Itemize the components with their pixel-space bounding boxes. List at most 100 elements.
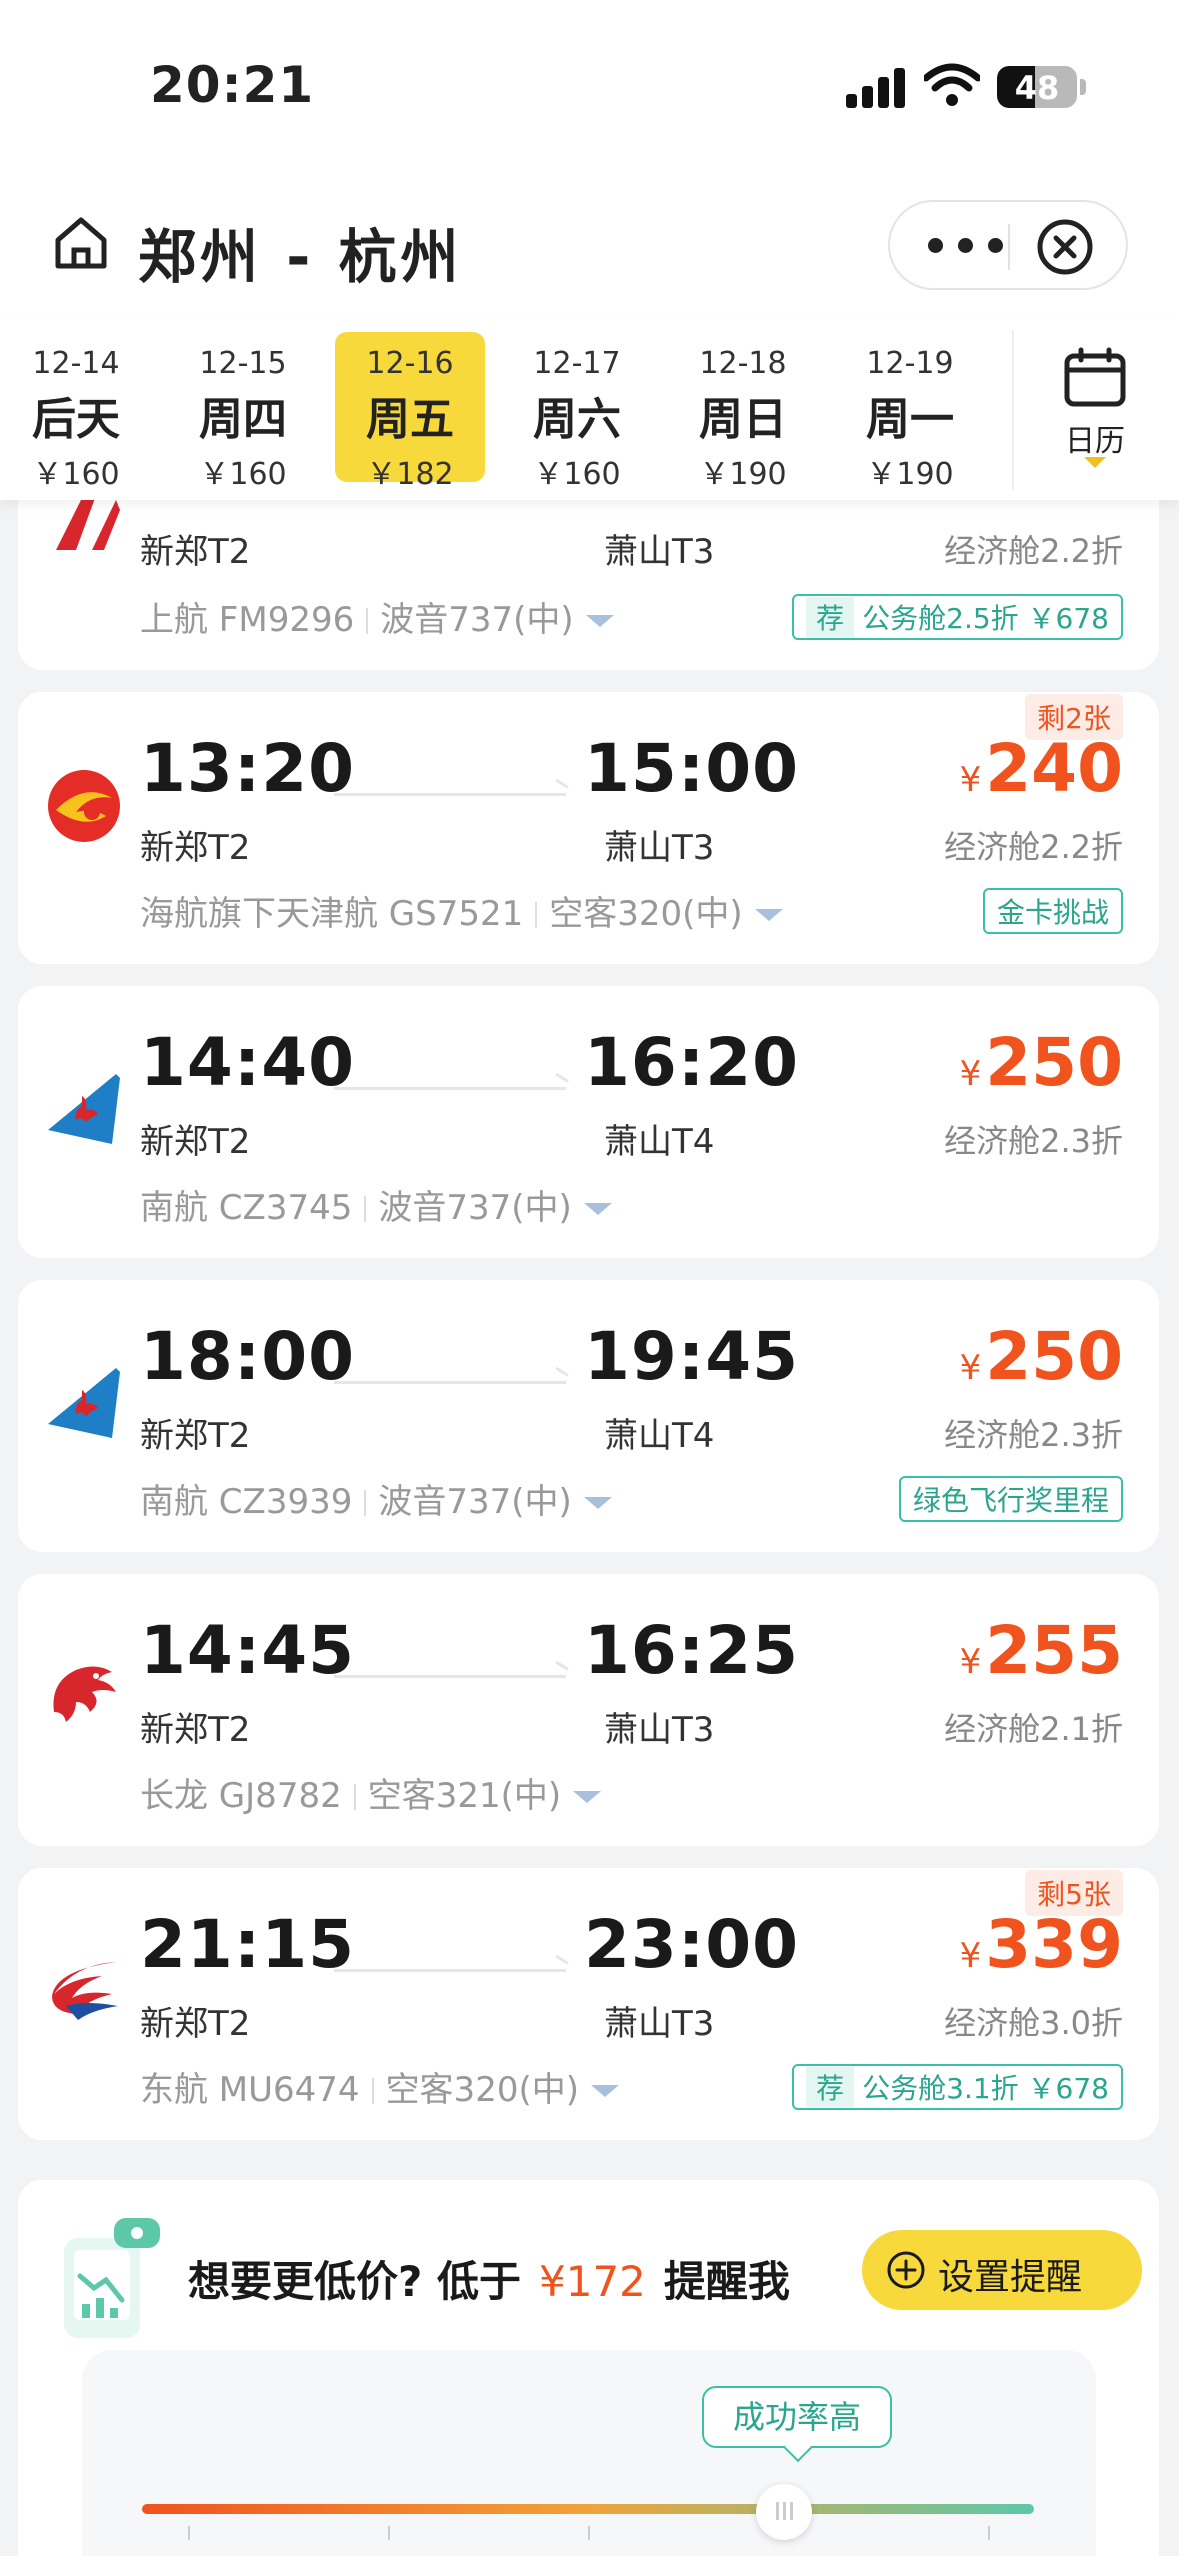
arrival-airport: 萧山T4 xyxy=(604,1416,715,1456)
recommend-badge: 荐 xyxy=(806,597,855,637)
price-alert-question: 想要更低价? 低于 ¥172 提醒我 xyxy=(188,2248,790,2309)
battery-level: 48 xyxy=(1014,69,1060,107)
date-tab-price: ￥160 xyxy=(199,457,287,492)
flight-card[interactable]: 14:40 16:20 新郑T2 萧山T4 ¥250 经济舱2.3折 南航 CZ… xyxy=(18,986,1159,1258)
currency-symbol: ¥ xyxy=(959,1348,982,1388)
more-icon[interactable] xyxy=(928,238,1008,254)
arrival-time: 16:25 xyxy=(584,1612,800,1689)
price: ¥250 xyxy=(960,1024,1123,1101)
aircraft-type: 波音737(中) xyxy=(378,1188,572,1228)
arrival-time: 15:00 xyxy=(584,730,800,807)
chevron-down-icon[interactable] xyxy=(583,1497,612,1509)
price-value: 255 xyxy=(985,1612,1123,1689)
aircraft-type: 波音737(中) xyxy=(380,600,574,640)
price-trend-illustration xyxy=(64,2218,160,2338)
cabin-class: 经济舱2.3折 xyxy=(944,1122,1123,1160)
battery-icon: 48 xyxy=(997,66,1077,108)
date-tabs: 12-14 后天 ￥160 12-15 周四 ￥160 12-16 周五 ￥18… xyxy=(0,320,1179,500)
departure-airport: 新郑T2 xyxy=(140,828,251,868)
status-time: 20:21 xyxy=(150,56,315,114)
date-tab-price: ￥160 xyxy=(32,457,120,492)
aircraft-type: 空客321(中) xyxy=(367,1776,562,1816)
chevron-down-icon[interactable] xyxy=(585,615,614,627)
date-tab[interactable]: 12-17 周六 ￥160 xyxy=(502,332,652,492)
chevron-down-icon[interactable] xyxy=(591,2085,619,2097)
calendar-icon xyxy=(1064,347,1126,407)
china-southern-logo xyxy=(48,1074,120,1144)
departure-time: 21:15 xyxy=(140,1906,356,1983)
cabin-class: 经济舱3.0折 xyxy=(944,2004,1123,2042)
date-tab-price: ￥190 xyxy=(866,457,954,492)
departure-airport: 新郑T2 xyxy=(140,532,251,572)
aircraft-type: 波音737(中) xyxy=(378,1482,572,1522)
flight-line xyxy=(334,793,566,796)
date-tab-weekday: 后天 xyxy=(32,394,120,445)
flight-line xyxy=(334,1675,566,1678)
price-alert-amount: ¥172 xyxy=(539,2257,646,2306)
date-tab-date: 12-18 xyxy=(699,346,787,381)
currency-symbol: ¥ xyxy=(959,1054,982,1094)
date-tab[interactable]: 12-15 周四 ￥160 xyxy=(168,332,318,492)
price-value: 339 xyxy=(985,1906,1123,1983)
price-alert-text: 想要更低价? 低于 xyxy=(188,2257,521,2306)
promo-tag-text: 公务舱2.5折 ￥678 xyxy=(862,602,1109,635)
departure-time: 13:20 xyxy=(140,730,356,807)
date-tab[interactable]: 12-18 周日 ￥190 xyxy=(668,332,818,492)
date-tab[interactable]: 12-14 后天 ￥160 xyxy=(1,332,151,492)
close-icon[interactable] xyxy=(1036,218,1094,276)
flight-card[interactable]: 18:00 19:45 新郑T2 萧山T4 ¥250 经济舱2.3折 南航 CZ… xyxy=(18,1280,1159,1552)
price: ¥240 xyxy=(960,730,1123,807)
date-tab-selected[interactable]: 12-16 周五 ￥182 xyxy=(335,332,485,492)
date-tab-date: 12-15 xyxy=(199,346,287,381)
price-slider-handle[interactable] xyxy=(756,2484,813,2540)
departure-time: 14:40 xyxy=(140,1024,356,1101)
price-alert-text-end: 提醒我 xyxy=(663,2257,790,2306)
flight-line xyxy=(334,1381,566,1384)
chevron-down-icon[interactable] xyxy=(583,1203,612,1215)
date-tab-date: 12-17 xyxy=(533,346,621,381)
chevron-down-icon[interactable] xyxy=(573,1791,602,1803)
cabin-class: 经济舱2.1折 xyxy=(944,1710,1123,1748)
promo-tag[interactable]: 绿色飞行奖里程 xyxy=(898,1476,1123,1522)
promo-tag[interactable]: 金卡挑战 xyxy=(982,888,1123,934)
price-value: 250 xyxy=(985,1024,1123,1101)
promo-tag-text: 公务舱3.1折 ￥678 xyxy=(862,2072,1109,2105)
home-icon[interactable] xyxy=(50,212,112,274)
promo-tag[interactable]: 荐公务舱2.5折 ￥678 xyxy=(792,594,1123,640)
cabin-class: 经济舱2.3折 xyxy=(944,1416,1123,1454)
flight-card[interactable]: 21:15 23:00 新郑T2 萧山T3 剩5张 ¥339 经济舱3.0折 东… xyxy=(18,1868,1159,2140)
date-tab[interactable]: 12-19 周一 ￥190 xyxy=(835,332,985,492)
mini-program-capsule xyxy=(888,200,1128,290)
price-value: 250 xyxy=(985,1318,1123,1395)
cabin-class: 经济舱2.2折 xyxy=(944,532,1123,570)
set-alert-label: 设置提醒 xyxy=(938,2257,1083,2298)
arrival-airport: 萧山T3 xyxy=(604,828,715,868)
flight-card[interactable]: 13:20 15:00 新郑T2 萧山T3 剩2张 ¥240 经济舱2.2折 海… xyxy=(18,692,1159,964)
arrival-airport: 萧山T4 xyxy=(604,1122,715,1162)
wifi-icon xyxy=(924,63,980,106)
flight-line xyxy=(334,1087,566,1090)
date-tab-weekday: 周六 xyxy=(533,394,621,445)
arrival-time: 23:00 xyxy=(584,1906,800,1983)
price-slider-track[interactable] xyxy=(142,2504,1034,2514)
flight-card[interactable]: 14:45 16:25 新郑T2 萧山T3 ¥255 经济舱2.1折 长龙 GJ… xyxy=(18,1574,1159,1846)
chevron-down-icon[interactable] xyxy=(754,909,783,921)
departure-time: 18:00 xyxy=(140,1318,356,1395)
calendar-button[interactable]: 日历 xyxy=(1030,332,1160,482)
aircraft-type: 空客320(中) xyxy=(549,894,743,934)
date-tab-weekday: 周一 xyxy=(866,394,954,445)
arrival-time: 16:20 xyxy=(584,1024,800,1101)
price-slider-panel: 成功率高 xyxy=(82,2350,1096,2556)
recommend-badge: 荐 xyxy=(806,2067,855,2107)
price: ¥255 xyxy=(960,1612,1123,1689)
promo-tag[interactable]: 荐公务舱3.1折 ￥678 xyxy=(792,2064,1123,2110)
currency-symbol: ¥ xyxy=(959,760,982,800)
signal-icon xyxy=(846,68,906,108)
currency-symbol: ¥ xyxy=(959,1936,982,1976)
set-alert-button[interactable]: 设置提醒 xyxy=(862,2230,1142,2310)
flight-meta: 长龙 GJ8782 空客321(中) xyxy=(140,1768,602,1817)
departure-airport: 新郑T2 xyxy=(140,1122,251,1162)
status-bar: 20:21 48 xyxy=(0,0,1179,170)
date-tab-price: ￥190 xyxy=(699,457,787,492)
date-tab-price: ￥160 xyxy=(533,457,621,492)
